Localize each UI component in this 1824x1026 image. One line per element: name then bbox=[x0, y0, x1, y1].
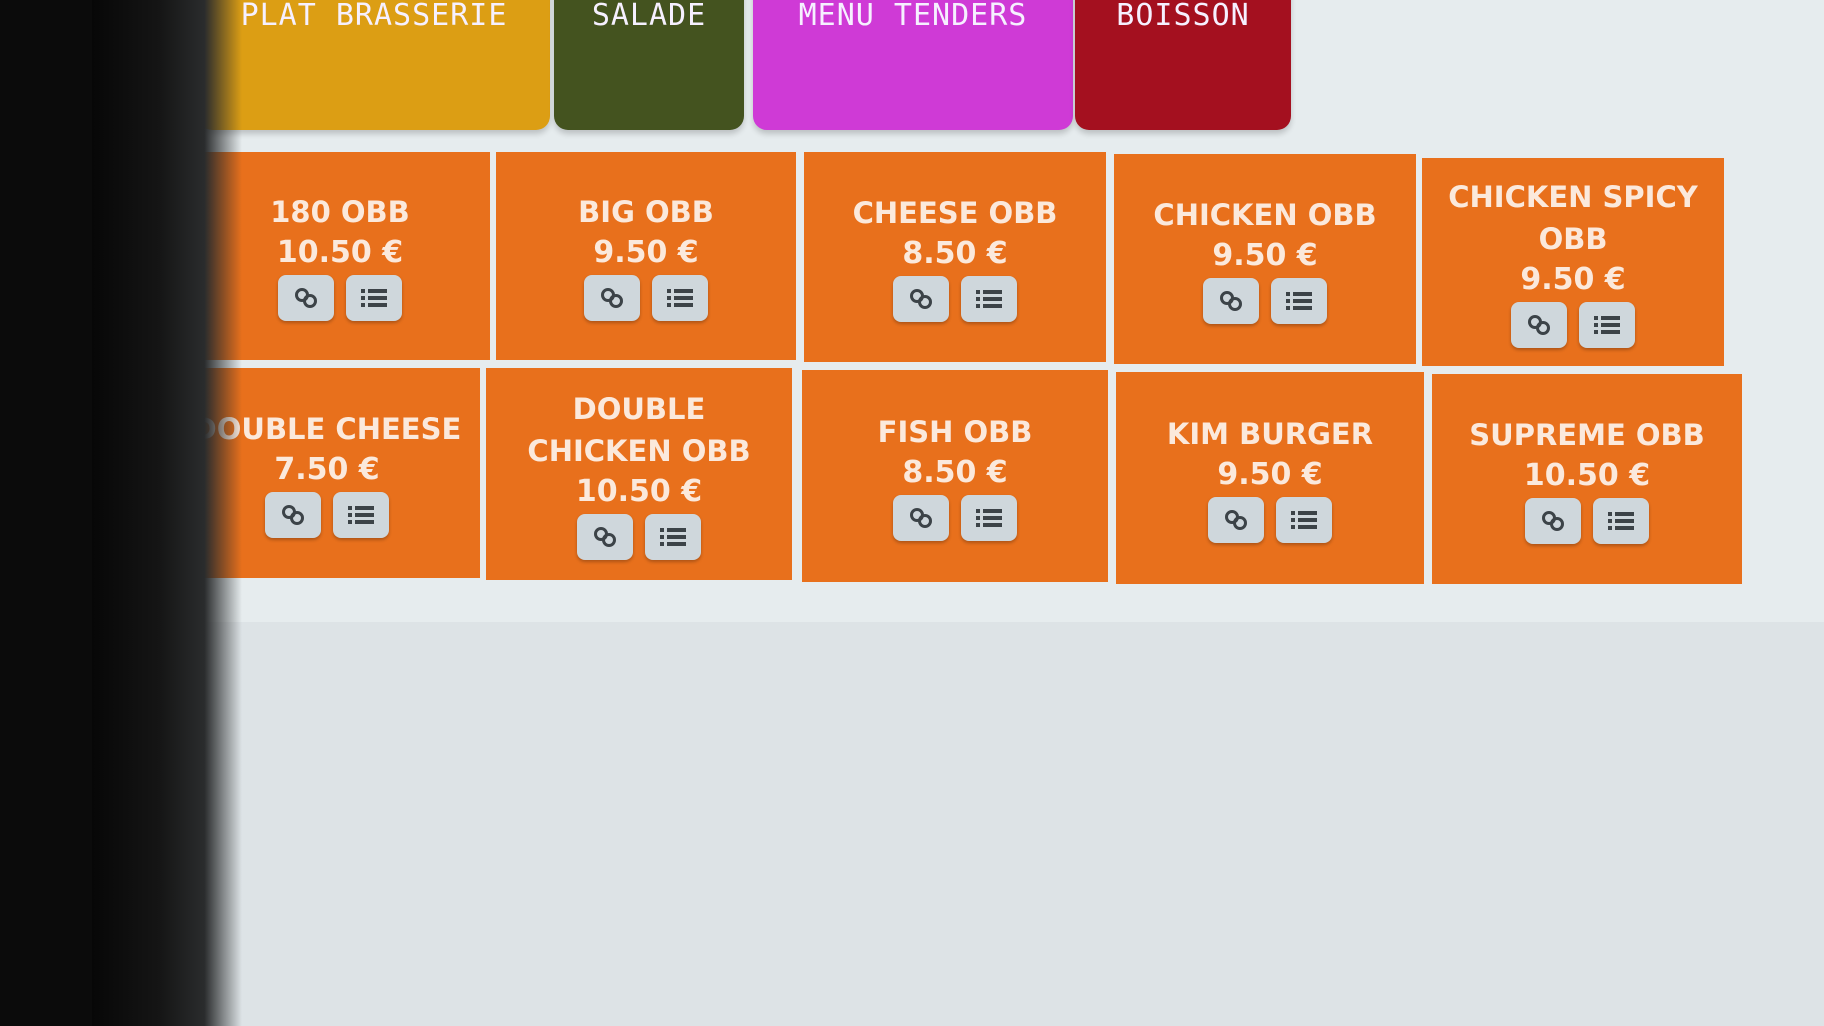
product-name: 180 OBB bbox=[270, 195, 410, 229]
list-button[interactable] bbox=[1271, 278, 1327, 324]
product-price: 8.50 € bbox=[902, 236, 1008, 271]
product-card-chicken-obb[interactable]: CHICKEN OBB 9.50 € bbox=[1114, 154, 1416, 364]
tab-label: PLAT BRASSERIE bbox=[240, 0, 508, 33]
product-actions bbox=[1208, 497, 1332, 543]
tab-label: BOISSON bbox=[1116, 0, 1250, 33]
link-button[interactable] bbox=[278, 275, 334, 321]
product-name-line2: OBB bbox=[1538, 222, 1608, 256]
product-price: 9.50 € bbox=[1520, 262, 1626, 297]
link-button[interactable] bbox=[1208, 497, 1264, 543]
product-card-big-obb[interactable]: BIG OBB 9.50 € bbox=[496, 152, 796, 360]
link-icon bbox=[906, 284, 936, 314]
product-actions bbox=[1525, 498, 1649, 544]
list-icon bbox=[974, 286, 1004, 312]
link-icon bbox=[590, 522, 620, 552]
list-button[interactable] bbox=[333, 492, 389, 538]
product-card-chicken-spicy-obb[interactable]: CHICKEN SPICY OBB 9.50 € bbox=[1422, 158, 1724, 366]
link-icon bbox=[1524, 310, 1554, 340]
product-price: 10.50 € bbox=[276, 235, 404, 270]
tab-label: SALADE bbox=[591, 0, 707, 33]
product-price: 9.50 € bbox=[593, 235, 699, 270]
tablet-bezel bbox=[92, 0, 242, 1026]
link-button[interactable] bbox=[893, 495, 949, 541]
product-price: 9.50 € bbox=[1212, 238, 1318, 273]
list-button[interactable] bbox=[961, 276, 1017, 322]
tab-menu-tenders[interactable]: MENU TENDERS bbox=[753, 0, 1073, 130]
link-icon bbox=[597, 283, 627, 313]
product-actions bbox=[893, 495, 1017, 541]
list-icon bbox=[1592, 312, 1622, 338]
product-name: KIM BURGER bbox=[1166, 417, 1374, 451]
product-name: DOUBLE bbox=[572, 392, 706, 426]
list-icon bbox=[974, 505, 1004, 531]
list-icon bbox=[665, 285, 695, 311]
product-price: 9.50 € bbox=[1217, 457, 1323, 492]
link-icon bbox=[291, 283, 321, 313]
list-icon bbox=[346, 502, 376, 528]
product-name-line2: CHICKEN OBB bbox=[527, 434, 751, 468]
product-actions bbox=[1511, 302, 1635, 348]
list-button[interactable] bbox=[1593, 498, 1649, 544]
link-button[interactable] bbox=[893, 276, 949, 322]
product-card-cheese-obb[interactable]: CHEESE OBB 8.50 € bbox=[804, 152, 1106, 362]
product-name: CHICKEN SPICY bbox=[1448, 180, 1698, 214]
list-icon bbox=[1284, 288, 1314, 314]
link-button[interactable] bbox=[1203, 278, 1259, 324]
link-button[interactable] bbox=[1511, 302, 1567, 348]
list-icon bbox=[1606, 508, 1636, 534]
link-button[interactable] bbox=[265, 492, 321, 538]
tab-plat-brasserie[interactable]: PLAT BRASSERIE bbox=[198, 0, 550, 130]
link-icon bbox=[906, 503, 936, 533]
list-button[interactable] bbox=[645, 514, 701, 560]
product-price: 7.50 € bbox=[274, 452, 380, 487]
product-card-double-chicken-obb[interactable]: DOUBLE CHICKEN OBB 10.50 € bbox=[486, 368, 792, 580]
product-card-kim-burger[interactable]: KIM BURGER 9.50 € bbox=[1116, 372, 1424, 584]
link-icon bbox=[278, 500, 308, 530]
product-actions bbox=[278, 275, 402, 321]
list-button[interactable] bbox=[346, 275, 402, 321]
tab-salade[interactable]: SALADE bbox=[554, 0, 744, 130]
link-icon bbox=[1538, 506, 1568, 536]
product-name: BIG OBB bbox=[578, 195, 714, 229]
product-actions bbox=[265, 492, 389, 538]
product-actions bbox=[893, 276, 1017, 322]
tab-boisson[interactable]: BOISSON bbox=[1075, 0, 1291, 130]
product-price: 10.50 € bbox=[1523, 458, 1651, 493]
product-card-fish-obb[interactable]: FISH OBB 8.50 € bbox=[802, 370, 1108, 582]
tablet-screen: PLAT BRASSERIE SALADE MENU TENDERS BOISS… bbox=[92, 0, 1824, 1026]
link-button[interactable] bbox=[584, 275, 640, 321]
product-name: FISH OBB bbox=[877, 415, 1033, 449]
link-icon bbox=[1221, 505, 1251, 535]
link-button[interactable] bbox=[1525, 498, 1581, 544]
product-name: SUPREME OBB bbox=[1469, 418, 1705, 452]
product-name: CHICKEN OBB bbox=[1153, 198, 1377, 232]
product-price: 8.50 € bbox=[902, 455, 1008, 490]
list-button[interactable] bbox=[652, 275, 708, 321]
product-card-supreme-obb[interactable]: SUPREME OBB 10.50 € bbox=[1432, 374, 1742, 584]
list-icon bbox=[359, 285, 389, 311]
product-actions bbox=[584, 275, 708, 321]
product-name: CHEESE OBB bbox=[852, 196, 1058, 230]
tab-label: MENU TENDERS bbox=[798, 0, 1028, 33]
list-button[interactable] bbox=[961, 495, 1017, 541]
list-button[interactable] bbox=[1579, 302, 1635, 348]
product-actions bbox=[577, 514, 701, 560]
product-actions bbox=[1203, 278, 1327, 324]
list-icon bbox=[1289, 507, 1319, 533]
list-button[interactable] bbox=[1276, 497, 1332, 543]
link-icon bbox=[1216, 286, 1246, 316]
link-button[interactable] bbox=[577, 514, 633, 560]
list-icon bbox=[658, 524, 688, 550]
product-price: 10.50 € bbox=[575, 474, 703, 509]
